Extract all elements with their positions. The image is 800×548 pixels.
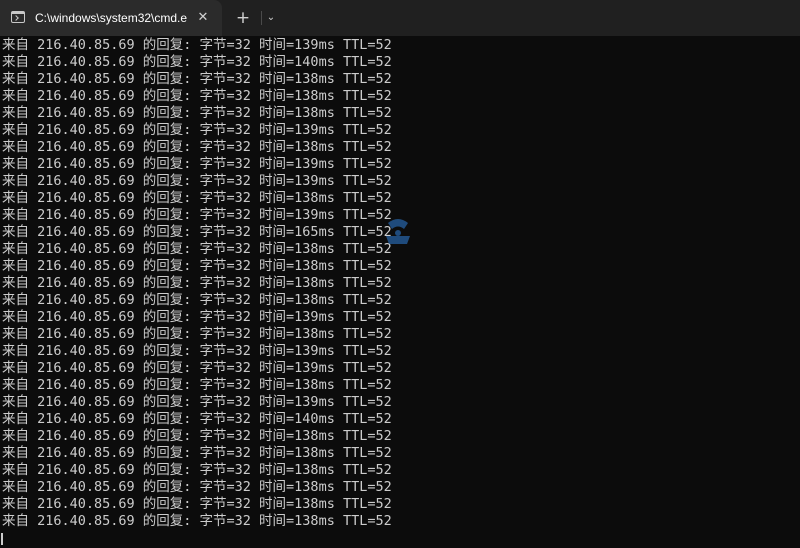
tab-title: C:\windows\system32\cmd.exe xyxy=(35,11,187,25)
title-bar[interactable]: C:\windows\system32\cmd.exe ✕ + ⌄ xyxy=(0,0,800,36)
console-line: 来自 216.40.85.69 的回复: 字节=32 时间=139ms TTL=… xyxy=(2,122,392,138)
console-output[interactable]: 来自 216.40.85.69 的回复: 字节=32 时间=139ms TTL=… xyxy=(0,37,800,548)
console-line: 来自 216.40.85.69 的回复: 字节=32 时间=140ms TTL=… xyxy=(2,411,392,427)
console-line: 来自 216.40.85.69 的回复: 字节=32 时间=138ms TTL=… xyxy=(2,88,392,104)
close-tab-button[interactable]: ✕ xyxy=(194,9,212,27)
terminal-window: C:\windows\system32\cmd.exe ✕ + ⌄ 来自 216… xyxy=(0,0,800,548)
console-line: 来自 216.40.85.69 的回复: 字节=32 时间=138ms TTL=… xyxy=(2,241,392,257)
console-line: 来自 216.40.85.69 的回复: 字节=32 时间=139ms TTL=… xyxy=(2,360,392,376)
watermark-logo-icon xyxy=(386,219,410,244)
console-line: 来自 216.40.85.69 的回复: 字节=32 时间=138ms TTL=… xyxy=(2,377,392,393)
watermark-logo-lower-shape xyxy=(386,236,410,244)
console-line: 来自 216.40.85.69 的回复: 字节=32 时间=138ms TTL=… xyxy=(2,462,392,478)
console-line: 来自 216.40.85.69 的回复: 字节=32 时间=139ms TTL=… xyxy=(2,309,392,325)
console-line: 来自 216.40.85.69 的回复: 字节=32 时间=139ms TTL=… xyxy=(2,173,392,189)
console-line: 来自 216.40.85.69 的回复: 字节=32 时间=138ms TTL=… xyxy=(2,275,392,291)
terminal-icon xyxy=(11,11,25,23)
console-line: 来自 216.40.85.69 的回复: 字节=32 时间=138ms TTL=… xyxy=(2,292,392,308)
text-cursor xyxy=(1,533,3,545)
console-line: 来自 216.40.85.69 的回复: 字节=32 时间=138ms TTL=… xyxy=(2,190,392,206)
console-line: 来自 216.40.85.69 的回复: 字节=32 时间=139ms TTL=… xyxy=(2,156,392,172)
console-line: 来自 216.40.85.69 的回复: 字节=32 时间=138ms TTL=… xyxy=(2,326,392,342)
console-line: 来自 216.40.85.69 的回复: 字节=32 时间=138ms TTL=… xyxy=(2,258,392,274)
console-line: 来自 216.40.85.69 的回复: 字节=32 时间=138ms TTL=… xyxy=(2,105,392,121)
new-tab-button[interactable]: + xyxy=(232,7,254,29)
console-line: 来自 216.40.85.69 的回复: 字节=32 时间=139ms TTL=… xyxy=(2,343,392,359)
console-line: 来自 216.40.85.69 的回复: 字节=32 时间=138ms TTL=… xyxy=(2,513,392,529)
watermark-logo-upper-shape xyxy=(388,219,408,229)
console-line: 来自 216.40.85.69 的回复: 字节=32 时间=138ms TTL=… xyxy=(2,445,392,461)
chevron-down-icon[interactable]: ⌄ xyxy=(262,7,280,29)
console-line: 来自 216.40.85.69 的回复: 字节=32 时间=138ms TTL=… xyxy=(2,139,392,155)
console-line: 来自 216.40.85.69 的回复: 字节=32 时间=139ms TTL=… xyxy=(2,207,392,223)
console-line: 来自 216.40.85.69 的回复: 字节=32 时间=140ms TTL=… xyxy=(2,54,392,70)
tab-cmd[interactable]: C:\windows\system32\cmd.exe ✕ xyxy=(0,0,222,36)
console-line: 来自 216.40.85.69 的回复: 字节=32 时间=138ms TTL=… xyxy=(2,71,392,87)
console-line: 来自 216.40.85.69 的回复: 字节=32 时间=139ms TTL=… xyxy=(2,394,392,410)
console-line: 来自 216.40.85.69 的回复: 字节=32 时间=165ms TTL=… xyxy=(2,224,392,240)
console-line: 来自 216.40.85.69 的回复: 字节=32 时间=138ms TTL=… xyxy=(2,479,392,495)
watermark-logo-dot xyxy=(395,230,401,236)
console-line: 来自 216.40.85.69 的回复: 字节=32 时间=139ms TTL=… xyxy=(2,37,392,53)
console-line: 来自 216.40.85.69 的回复: 字节=32 时间=138ms TTL=… xyxy=(2,428,392,444)
console-line: 来自 216.40.85.69 的回复: 字节=32 时间=138ms TTL=… xyxy=(2,496,392,512)
